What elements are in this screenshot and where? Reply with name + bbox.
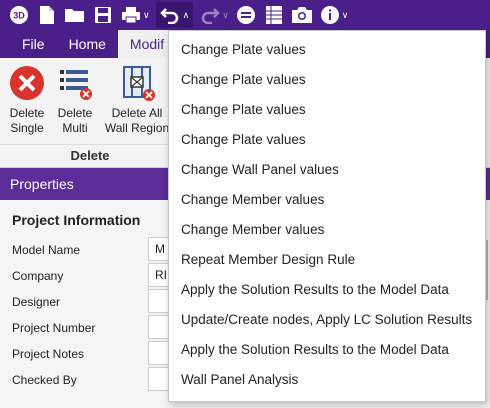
undo-menu-item[interactable]: Apply the Solution Results to the Model … [169,275,485,305]
undo-menu-item[interactable]: Change Plate values [169,65,485,95]
property-label-checked-by: Checked By [12,373,77,387]
redo-dropdown-chevron-icon[interactable]: ∨ [222,10,229,21]
ribbon-group-divider [0,144,180,145]
undo-dropdown-chevron-icon[interactable]: ∧ [183,10,190,21]
app-icon[interactable]: 3D [8,4,30,26]
quick-access-toolbar: 3D ∨ ∧ ∨ ∨ [0,0,490,30]
undo-menu-item[interactable]: Repeat Member Design Rule [169,245,485,275]
delete-all-wall-region-label: Delete All Wall Region [104,106,170,135]
property-label-designer: Designer [12,295,61,309]
delete-single-label: Delete Single [9,106,45,135]
property-label-project-number: Project Number [12,321,96,335]
tab-home[interactable]: Home [57,30,118,58]
undo-menu-item[interactable]: Change Member values [169,215,485,245]
open-folder-icon[interactable] [64,4,86,26]
delete-multi-label: Delete Multi [57,106,93,135]
undo-menu-item[interactable]: Change Wall Panel values [169,155,485,185]
save-icon[interactable] [92,4,114,26]
delete-single-button[interactable]: Delete Single [0,64,54,136]
project-information-title: Project Information [12,212,141,228]
print-dropdown-chevron-icon[interactable]: ∨ [143,10,150,21]
redo-icon[interactable] [199,4,221,26]
delete-list-icon [60,70,92,100]
undo-icon [159,8,178,24]
delete-multi-button[interactable]: Delete Multi [48,64,102,136]
undo-menu-item[interactable]: Change Member values [169,185,485,215]
property-label-company: Company [12,269,64,283]
undo-menu-item[interactable]: Change Plate values [169,125,485,155]
table-icon[interactable] [263,4,285,26]
property-label-model-name: Model Name [12,243,81,257]
delete-x-icon [10,66,44,100]
print-icon[interactable] [120,4,142,26]
undo-menu-item[interactable]: Change Plate values [169,35,485,65]
undo-menu-item[interactable]: Change Plate values [169,95,485,125]
svg-text:3D: 3D [13,11,25,21]
ribbon-group-delete-label: Delete [70,148,110,163]
undo-menu-item[interactable]: Update/Create nodes, Apply LC Solution R… [169,305,485,335]
camera-icon[interactable] [291,4,313,26]
minus-circle-icon[interactable] [235,4,257,26]
property-label-project-notes: Project Notes [12,347,85,361]
tab-file[interactable]: File [0,30,57,58]
wall-region-icon [123,66,155,101]
undo-button[interactable]: ∧ [155,2,194,28]
undo-menu-item[interactable]: Wall Panel Analysis [169,365,485,395]
delete-all-wall-region-button[interactable]: Delete All Wall Region [104,64,170,136]
undo-menu-item[interactable]: Apply the Solution Results to the Model … [169,335,485,365]
customize-toolbar-chevron-icon[interactable]: ∨ [342,10,349,21]
new-file-icon[interactable] [36,4,58,26]
info-icon[interactable] [319,4,341,26]
undo-history-menu: Change Plate values Change Plate values … [168,30,486,402]
